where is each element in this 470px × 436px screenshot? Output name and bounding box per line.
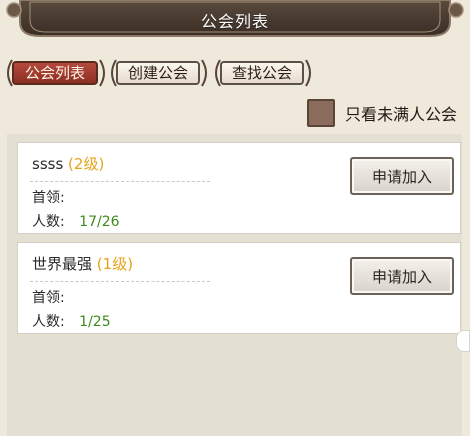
tab-ornament-icon bbox=[99, 59, 105, 87]
guild-level: (2级) bbox=[68, 155, 105, 173]
not-full-checkbox[interactable] bbox=[306, 99, 335, 127]
join-button[interactable]: 申请加入 bbox=[350, 157, 454, 195]
members-label: 人数: bbox=[32, 314, 65, 330]
header-banner: 公会列表 bbox=[0, 0, 470, 44]
guild-leader: 首领: bbox=[32, 287, 65, 307]
tab-search-guild[interactable]: 查找公会 bbox=[220, 61, 304, 85]
guild-name: ssss bbox=[32, 155, 64, 173]
filter-not-full[interactable]: 只看未满人公会 bbox=[306, 98, 457, 128]
filter-label: 只看未满人公会 bbox=[344, 105, 457, 124]
guild-name-row: 世界最强 (1级) bbox=[32, 253, 133, 274]
members-count: 17/26 bbox=[79, 214, 120, 230]
guild-card: ssss (2级) 首领: 人数: 17/26 申请加入 bbox=[17, 142, 461, 234]
tab-create-guild[interactable]: 创建公会 bbox=[116, 61, 200, 85]
guild-members: 人数: 1/25 bbox=[32, 311, 111, 331]
side-handle-icon[interactable] bbox=[456, 330, 470, 352]
tab-label: 公会列表 bbox=[24, 64, 85, 82]
guild-members: 人数: 17/26 bbox=[32, 211, 120, 231]
join-label: 申请加入 bbox=[371, 167, 432, 186]
join-label: 申请加入 bbox=[371, 267, 432, 286]
tab-label: 创建公会 bbox=[127, 64, 188, 82]
divider bbox=[30, 181, 210, 182]
join-button[interactable]: 申请加入 bbox=[350, 257, 454, 295]
tab-guild-list[interactable]: 公会列表 bbox=[12, 61, 98, 85]
page-title: 公会列表 bbox=[200, 12, 269, 31]
tab-bar: 公会列表 创建公会 查找公会 bbox=[0, 56, 470, 90]
tab-ornament-icon bbox=[201, 59, 207, 87]
guild-level: (1级) bbox=[96, 255, 134, 273]
members-label: 人数: bbox=[32, 214, 65, 230]
guild-card: 世界最强 (1级) 首领: 人数: 1/25 申请加入 bbox=[17, 242, 461, 334]
tab-ornament-icon bbox=[305, 59, 311, 87]
leader-label: 首领: bbox=[32, 290, 65, 306]
guild-name-row: ssss (2级) bbox=[32, 153, 104, 174]
divider bbox=[30, 281, 210, 282]
guild-list[interactable]: ssss (2级) 首领: 人数: 17/26 申请加入 世界最强 (1级) 首… bbox=[7, 134, 462, 436]
tab-label: 查找公会 bbox=[231, 64, 292, 82]
guild-name: 世界最强 bbox=[32, 255, 93, 273]
members-count: 1/25 bbox=[79, 314, 111, 330]
leader-label: 首领: bbox=[32, 190, 65, 206]
guild-leader: 首领: bbox=[32, 187, 65, 207]
